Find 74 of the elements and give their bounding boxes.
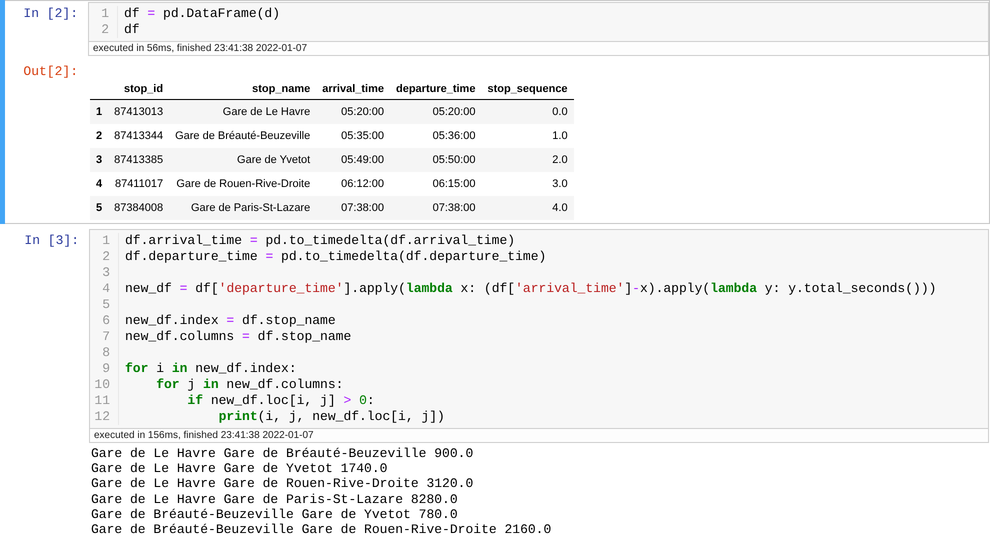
- code-line: df.departure_time = pd.to_timedelta(df.departure_time): [125, 249, 546, 265]
- line-number: 6: [90, 313, 119, 329]
- code-editor[interactable]: 1 df = pd.DataFrame(d) 2 df: [88, 2, 989, 42]
- code-line: for i in new_df.index:: [125, 361, 297, 377]
- line-number: 4: [90, 281, 119, 297]
- row-index: 5: [96, 202, 102, 214]
- table-cell: 87413013: [114, 106, 164, 118]
- column-header: stop_sequence: [487, 83, 568, 95]
- output-prompt: Out[2]:: [22, 63, 79, 79]
- code-editor[interactable]: [89, 229, 989, 429]
- column-header: stop_id: [124, 83, 164, 95]
- table-cell: 4.0: [552, 202, 568, 214]
- output-line: Gare de Bréauté-Beuzeville Gare de Yvetot 780.0: [91, 506, 459, 522]
- table-cell: 05:36:00: [432, 130, 476, 142]
- row-index: 2: [96, 130, 102, 142]
- line-number: 2: [89, 22, 118, 38]
- code-line: new_df.columns = df.stop_name: [125, 329, 352, 345]
- line-number: 1: [89, 6, 118, 22]
- table-cell: 87413385: [114, 154, 164, 166]
- table-cell: Gare de Bréauté-Beuzeville: [175, 130, 310, 142]
- code-line: new_df.index = df.stop_name: [125, 313, 336, 329]
- line-number: 2: [90, 249, 119, 265]
- line-number: 11: [90, 393, 119, 409]
- code-line: df = pd.DataFrame(d): [124, 6, 280, 22]
- notebook-cell[interactable]: [0, 0, 990, 224]
- table-cell: Gare de Paris-St-Lazare: [191, 202, 310, 214]
- table-cell: 05:35:00: [341, 130, 384, 142]
- column-header: departure_time: [396, 83, 476, 95]
- line-number: 12: [90, 409, 119, 425]
- table-cell: 87413344: [114, 130, 164, 142]
- code-line: new_df = df['departure_time'].apply(lambda x: (df['arrival_time']-x).apply(lambda y: y.total_seconds())): [125, 281, 936, 297]
- table-cell: Gare de Le Havre: [222, 106, 310, 118]
- table-cell: 87411017: [114, 178, 164, 190]
- line-number: 5: [90, 297, 119, 313]
- row-index: 4: [96, 178, 102, 190]
- table-cell: 07:38:00: [341, 202, 384, 214]
- table-cell: 05:20:00: [341, 106, 384, 118]
- output-line: Gare de Le Havre Gare de Paris-St-Lazare 8280.0: [91, 492, 459, 507]
- table-cell: 05:50:00: [432, 154, 476, 166]
- row-index: 3: [96, 154, 102, 166]
- code-line: for j in new_df.columns:: [155, 377, 344, 393]
- execution-info: executed in 156ms, finished 23:41:38 2022-01-07: [89, 429, 989, 443]
- table-cell: 87384008: [114, 202, 164, 214]
- table-cell: Gare de Yvetot: [237, 154, 310, 166]
- input-prompt: In [3]:: [23, 232, 80, 250]
- column-header: arrival_time: [322, 83, 384, 95]
- row-index: 1: [96, 106, 102, 118]
- line-number: 9: [90, 361, 119, 377]
- output-line: Gare de Le Havre Gare de Yvetot 1740.0: [91, 461, 388, 476]
- input-prompt: In [2]:: [22, 5, 79, 23]
- execution-info: executed in 56ms, finished 23:41:38 2022-01-07: [88, 42, 989, 56]
- line-number: 1: [90, 233, 119, 249]
- table-cell: 06:12:00: [341, 178, 384, 190]
- table-cell: Gare de Rouen-Rive-Droite: [176, 178, 310, 190]
- table-cell: 05:20:00: [432, 106, 476, 118]
- code-line: df.arrival_time = pd.to_timedelta(df.arrival_time): [125, 233, 516, 249]
- column-header: stop_name: [252, 83, 310, 95]
- table-cell: 1.0: [552, 130, 568, 142]
- line-number: 10: [90, 377, 119, 393]
- output-line: Gare de Le Havre Gare de Rouen-Rive-Droite 3120.0: [91, 476, 474, 492]
- code-line: print(i, j, new_df.loc[i, j]): [218, 409, 445, 425]
- line-number: 8: [90, 345, 119, 361]
- code-line: df: [124, 22, 140, 38]
- table-cell: 0.0: [552, 106, 568, 118]
- table-cell: 07:38:00: [432, 202, 476, 214]
- table-cell: 06:15:00: [432, 178, 476, 190]
- table-cell: 2.0: [552, 154, 568, 166]
- table-cell: 3.0: [552, 178, 568, 190]
- output-line: Gare de Bréauté-Beuzeville Gare de Rouen-Rive-Droite 2160.0: [91, 522, 552, 538]
- code-line: if new_df.loc[i, j] > 0:: [186, 393, 375, 409]
- line-number: 3: [90, 265, 119, 281]
- line-number: 7: [90, 329, 119, 345]
- output-line: Gare de Le Havre Gare de Bréauté-Beuzeville 900.0: [91, 446, 474, 462]
- table-cell: 05:49:00: [341, 154, 384, 166]
